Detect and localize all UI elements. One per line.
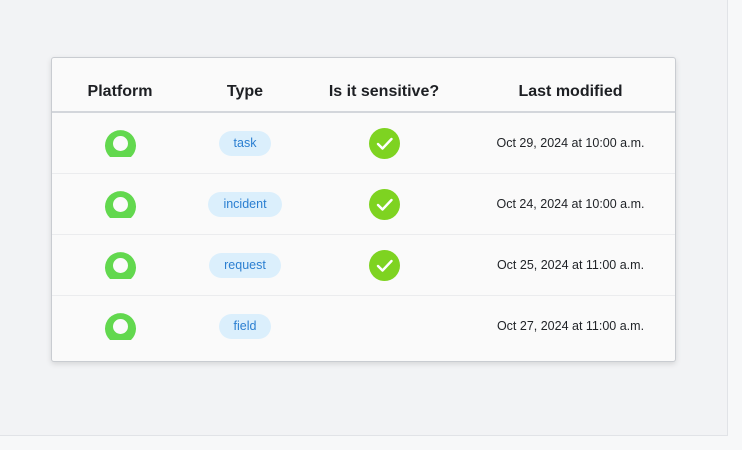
table-row[interactable]: field Oct 27, 2024 at 11:00 a.m. — [52, 296, 675, 356]
bottom-gutter — [0, 436, 742, 450]
sensitive-cell — [302, 296, 466, 356]
last-modified-date: Oct 24, 2024 at 10:00 a.m. — [496, 197, 645, 211]
platform-cell — [52, 235, 188, 295]
platform-cell — [52, 113, 188, 173]
green-ring-platform-icon — [104, 312, 136, 340]
last-modified-date: Oct 29, 2024 at 10:00 a.m. — [496, 136, 645, 150]
right-gutter — [728, 0, 742, 450]
platform-cell — [52, 296, 188, 356]
table-row[interactable]: incident Oct 24, 2024 at 10:00 a.m. — [52, 174, 675, 235]
check-circle-icon — [368, 127, 400, 159]
check-circle-icon — [368, 188, 400, 220]
type-pill: task — [218, 130, 272, 156]
green-ring-platform-icon — [104, 251, 136, 279]
header-platform[interactable]: Platform — [52, 58, 188, 118]
check-circle-icon — [368, 249, 400, 281]
last-modified-cell: Oct 27, 2024 at 11:00 a.m. — [466, 296, 675, 356]
sensitive-cell — [302, 113, 466, 173]
platform-cell — [52, 174, 188, 234]
last-modified-date: Oct 27, 2024 at 11:00 a.m. — [496, 319, 645, 333]
type-pill: request — [209, 252, 281, 278]
last-modified-cell: Oct 29, 2024 at 10:00 a.m. — [466, 113, 675, 173]
type-pill: incident — [208, 191, 282, 217]
green-ring-platform-icon — [104, 129, 136, 157]
sensitive-cell — [302, 235, 466, 295]
last-modified-cell: Oct 24, 2024 at 10:00 a.m. — [466, 174, 675, 234]
last-modified-date: Oct 25, 2024 at 11:00 a.m. — [496, 258, 645, 272]
type-cell: task — [188, 113, 302, 173]
sensitive-cell — [302, 174, 466, 234]
type-cell: field — [188, 296, 302, 356]
type-cell: incident — [188, 174, 302, 234]
table-header: Platform Type Is it sensitive? Last modi… — [52, 58, 675, 113]
header-sensitive[interactable]: Is it sensitive? — [302, 58, 466, 118]
green-ring-platform-icon — [104, 190, 136, 218]
header-last-modified[interactable]: Last modified — [466, 58, 675, 118]
last-modified-cell: Oct 25, 2024 at 11:00 a.m. — [466, 235, 675, 295]
header-type[interactable]: Type — [188, 58, 302, 118]
type-pill: field — [218, 313, 272, 339]
table-row[interactable]: task Oct 29, 2024 at 10:00 a.m. — [52, 113, 675, 174]
records-table: Platform Type Is it sensitive? Last modi… — [51, 57, 676, 362]
table-row[interactable]: request Oct 25, 2024 at 11:00 a.m. — [52, 235, 675, 296]
type-cell: request — [188, 235, 302, 295]
